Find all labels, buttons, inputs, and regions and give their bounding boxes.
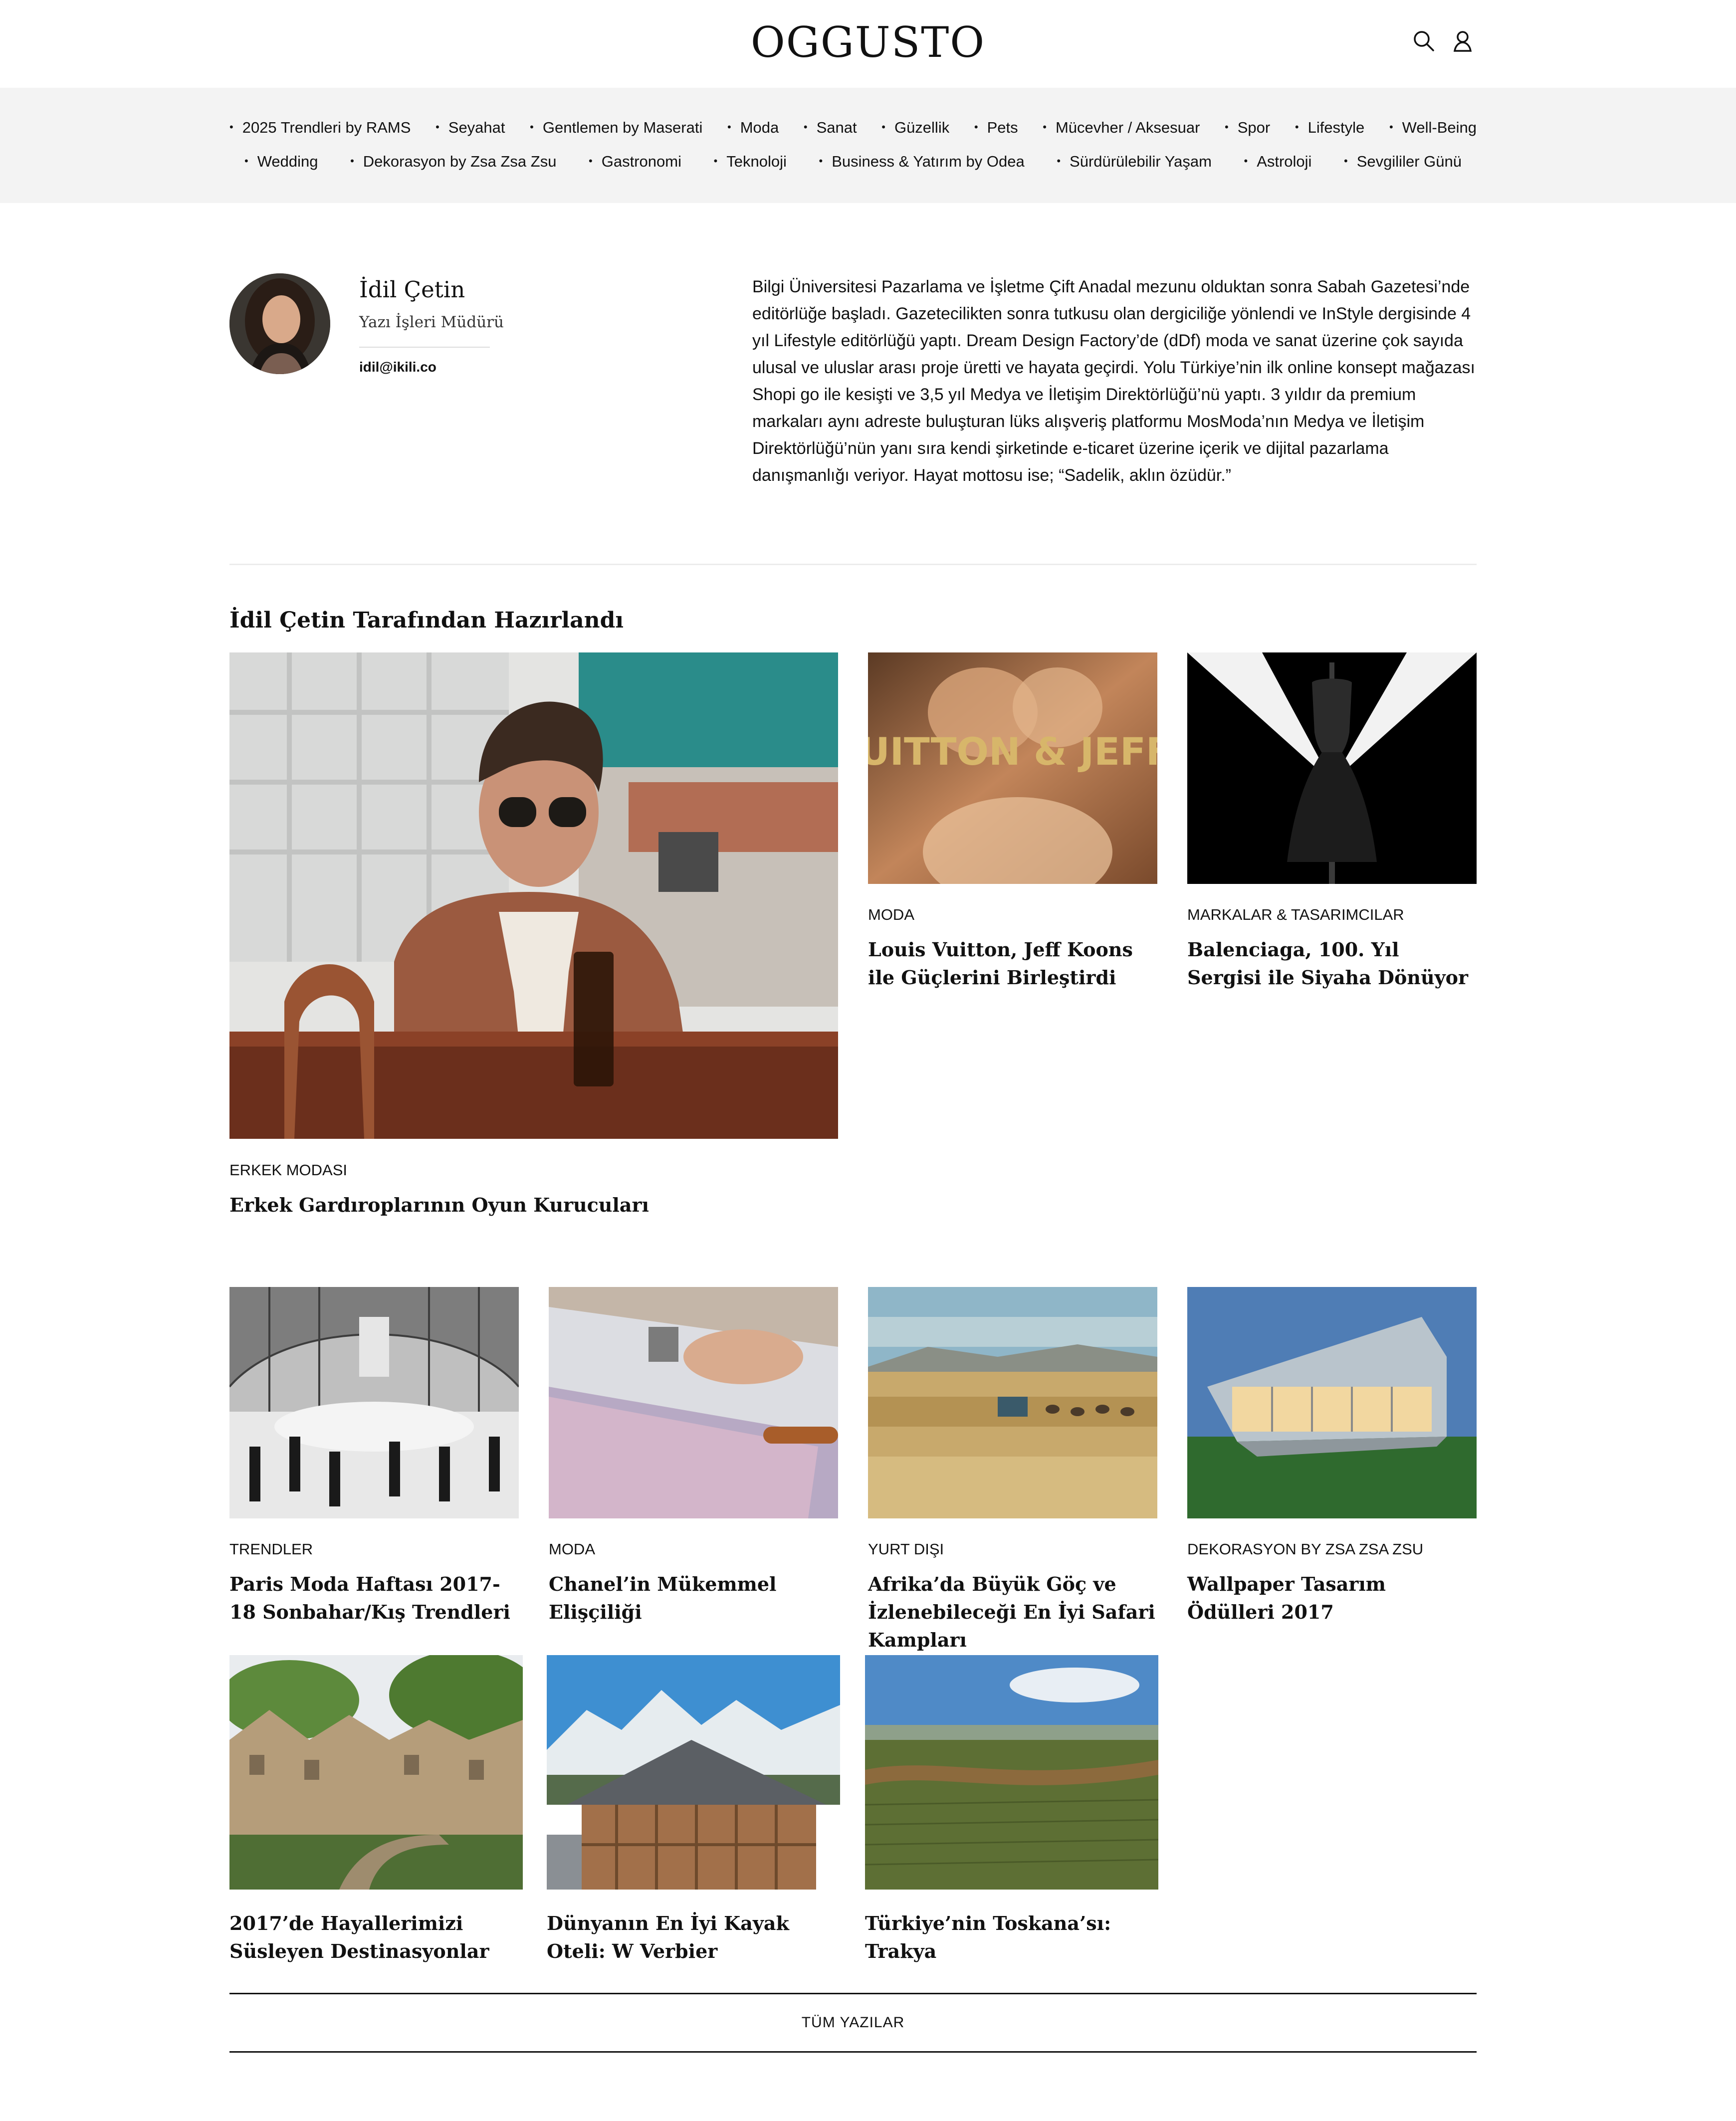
nav-item[interactable]: Wedding — [244, 153, 318, 171]
article-image[interactable] — [547, 1655, 840, 1890]
article-title[interactable]: 2017’de Hayallerimizi Süsleyen Destinasy… — [229, 1909, 523, 1965]
category-nav-row-1: 2025 Trendleri by RAMS Seyahat Gentlemen… — [229, 119, 1477, 137]
article-title[interactable]: Afrika’da Büyük Göç ve İzlenebileceği En… — [868, 1570, 1157, 1654]
article-title[interactable]: Wallpaper Tasarım Ödülleri 2017 — [1187, 1570, 1477, 1626]
author-avatar — [229, 273, 330, 374]
nav-item[interactable]: Astroloji — [1244, 153, 1311, 171]
nav-item[interactable]: Well-Being — [1389, 119, 1477, 137]
nav-item[interactable]: Pets — [974, 119, 1018, 137]
article-title[interactable]: Erkek Gardıroplarının Oyun Kurucuları — [229, 1191, 838, 1219]
article-title[interactable]: Dünyanın En İyi Kayak Oteli: W Verbier — [547, 1909, 840, 1965]
article-image[interactable] — [868, 1287, 1157, 1518]
author-role: Yazı İşleri Müdürü — [359, 313, 504, 331]
nav-item[interactable]: Sevgililer Günü — [1344, 153, 1462, 171]
article-category[interactable]: MODA — [868, 906, 914, 924]
article-image[interactable] — [865, 1655, 1158, 1890]
article-title[interactable]: Chanel’in Mükemmel Elişçiliği — [549, 1570, 838, 1626]
article-image[interactable] — [229, 1287, 519, 1518]
article-category[interactable]: TRENDLER — [229, 1540, 313, 1558]
nav-item[interactable]: Dekorasyon by Zsa Zsa Zsu — [350, 153, 557, 171]
article-image[interactable] — [229, 1655, 523, 1890]
section-title: İdil Çetin Tarafından Hazırlandı — [229, 608, 624, 633]
all-posts-button[interactable]: TÜM YAZILAR — [229, 1993, 1477, 2053]
site-logo[interactable]: OGGUSTO — [0, 18, 1736, 67]
article-category[interactable]: MARKALAR & TASARIMCILAR — [1187, 906, 1404, 924]
article-title[interactable]: Paris Moda Haftası 2017-18 Sonbahar/Kış … — [229, 1570, 519, 1626]
article-category[interactable]: YURT DIŞI — [868, 1540, 944, 1558]
nav-item[interactable]: Gastronomi — [589, 153, 681, 171]
site-header: OGGUSTO — [0, 0, 1736, 88]
nav-item[interactable]: Seyahat — [435, 119, 505, 137]
nav-item[interactable]: Business & Yatırım by Odea — [819, 153, 1025, 171]
nav-item[interactable]: Sanat — [804, 119, 857, 137]
nav-item[interactable]: Güzellik — [881, 119, 949, 137]
lv-title-overlay: LOUIS VUITTON & JEFF KOONS — [868, 729, 1157, 774]
article-category[interactable]: MODA — [549, 1540, 595, 1558]
article-image[interactable] — [1187, 1287, 1477, 1518]
nav-item[interactable]: Sürdürülebilir Yaşam — [1057, 153, 1212, 171]
article-category[interactable]: ERKEK MODASI — [229, 1161, 347, 1179]
article-category[interactable]: DEKORASYON BY ZSA ZSA ZSU — [1187, 1540, 1423, 1558]
search-icon[interactable] — [1412, 29, 1436, 53]
article-image[interactable] — [549, 1287, 838, 1518]
article-image[interactable]: LOUIS VUITTON & JEFF KOONS — [868, 652, 1157, 884]
article-image[interactable] — [229, 652, 838, 1139]
nav-item[interactable]: Teknoloji — [714, 153, 787, 171]
nav-item[interactable]: Mücevher / Aksesuar — [1043, 119, 1200, 137]
author-email-link[interactable]: idil@ikili.co — [359, 359, 436, 375]
section-divider — [229, 564, 1477, 565]
author-bio: Bilgi Üniversitesi Pazarlama ve İşletme … — [752, 277, 1475, 485]
nav-item[interactable]: Spor — [1225, 119, 1270, 137]
category-nav-row-2: Wedding Dekorasyon by Zsa Zsa Zsu Gastro… — [244, 153, 1462, 171]
nav-item[interactable]: Gentlemen by Maserati — [530, 119, 702, 137]
article-title[interactable]: Türkiye’nin Toskana’sı: Trakya — [865, 1909, 1158, 1965]
category-nav: 2025 Trendleri by RAMS Seyahat Gentlemen… — [0, 88, 1736, 203]
author-name: İdil Çetin — [359, 276, 465, 303]
nav-item[interactable]: 2025 Trendleri by RAMS — [229, 119, 411, 137]
nav-item[interactable]: Lifestyle — [1295, 119, 1365, 137]
article-image[interactable] — [1187, 652, 1477, 884]
article-title[interactable]: Louis Vuitton, Jeff Koons ile Güçlerini … — [868, 936, 1157, 992]
nav-item[interactable]: Moda — [727, 119, 779, 137]
author-divider — [359, 347, 490, 348]
article-title[interactable]: Balenciaga, 100. Yıl Sergisi ile Siyaha … — [1187, 936, 1477, 992]
user-icon[interactable] — [1452, 29, 1476, 53]
